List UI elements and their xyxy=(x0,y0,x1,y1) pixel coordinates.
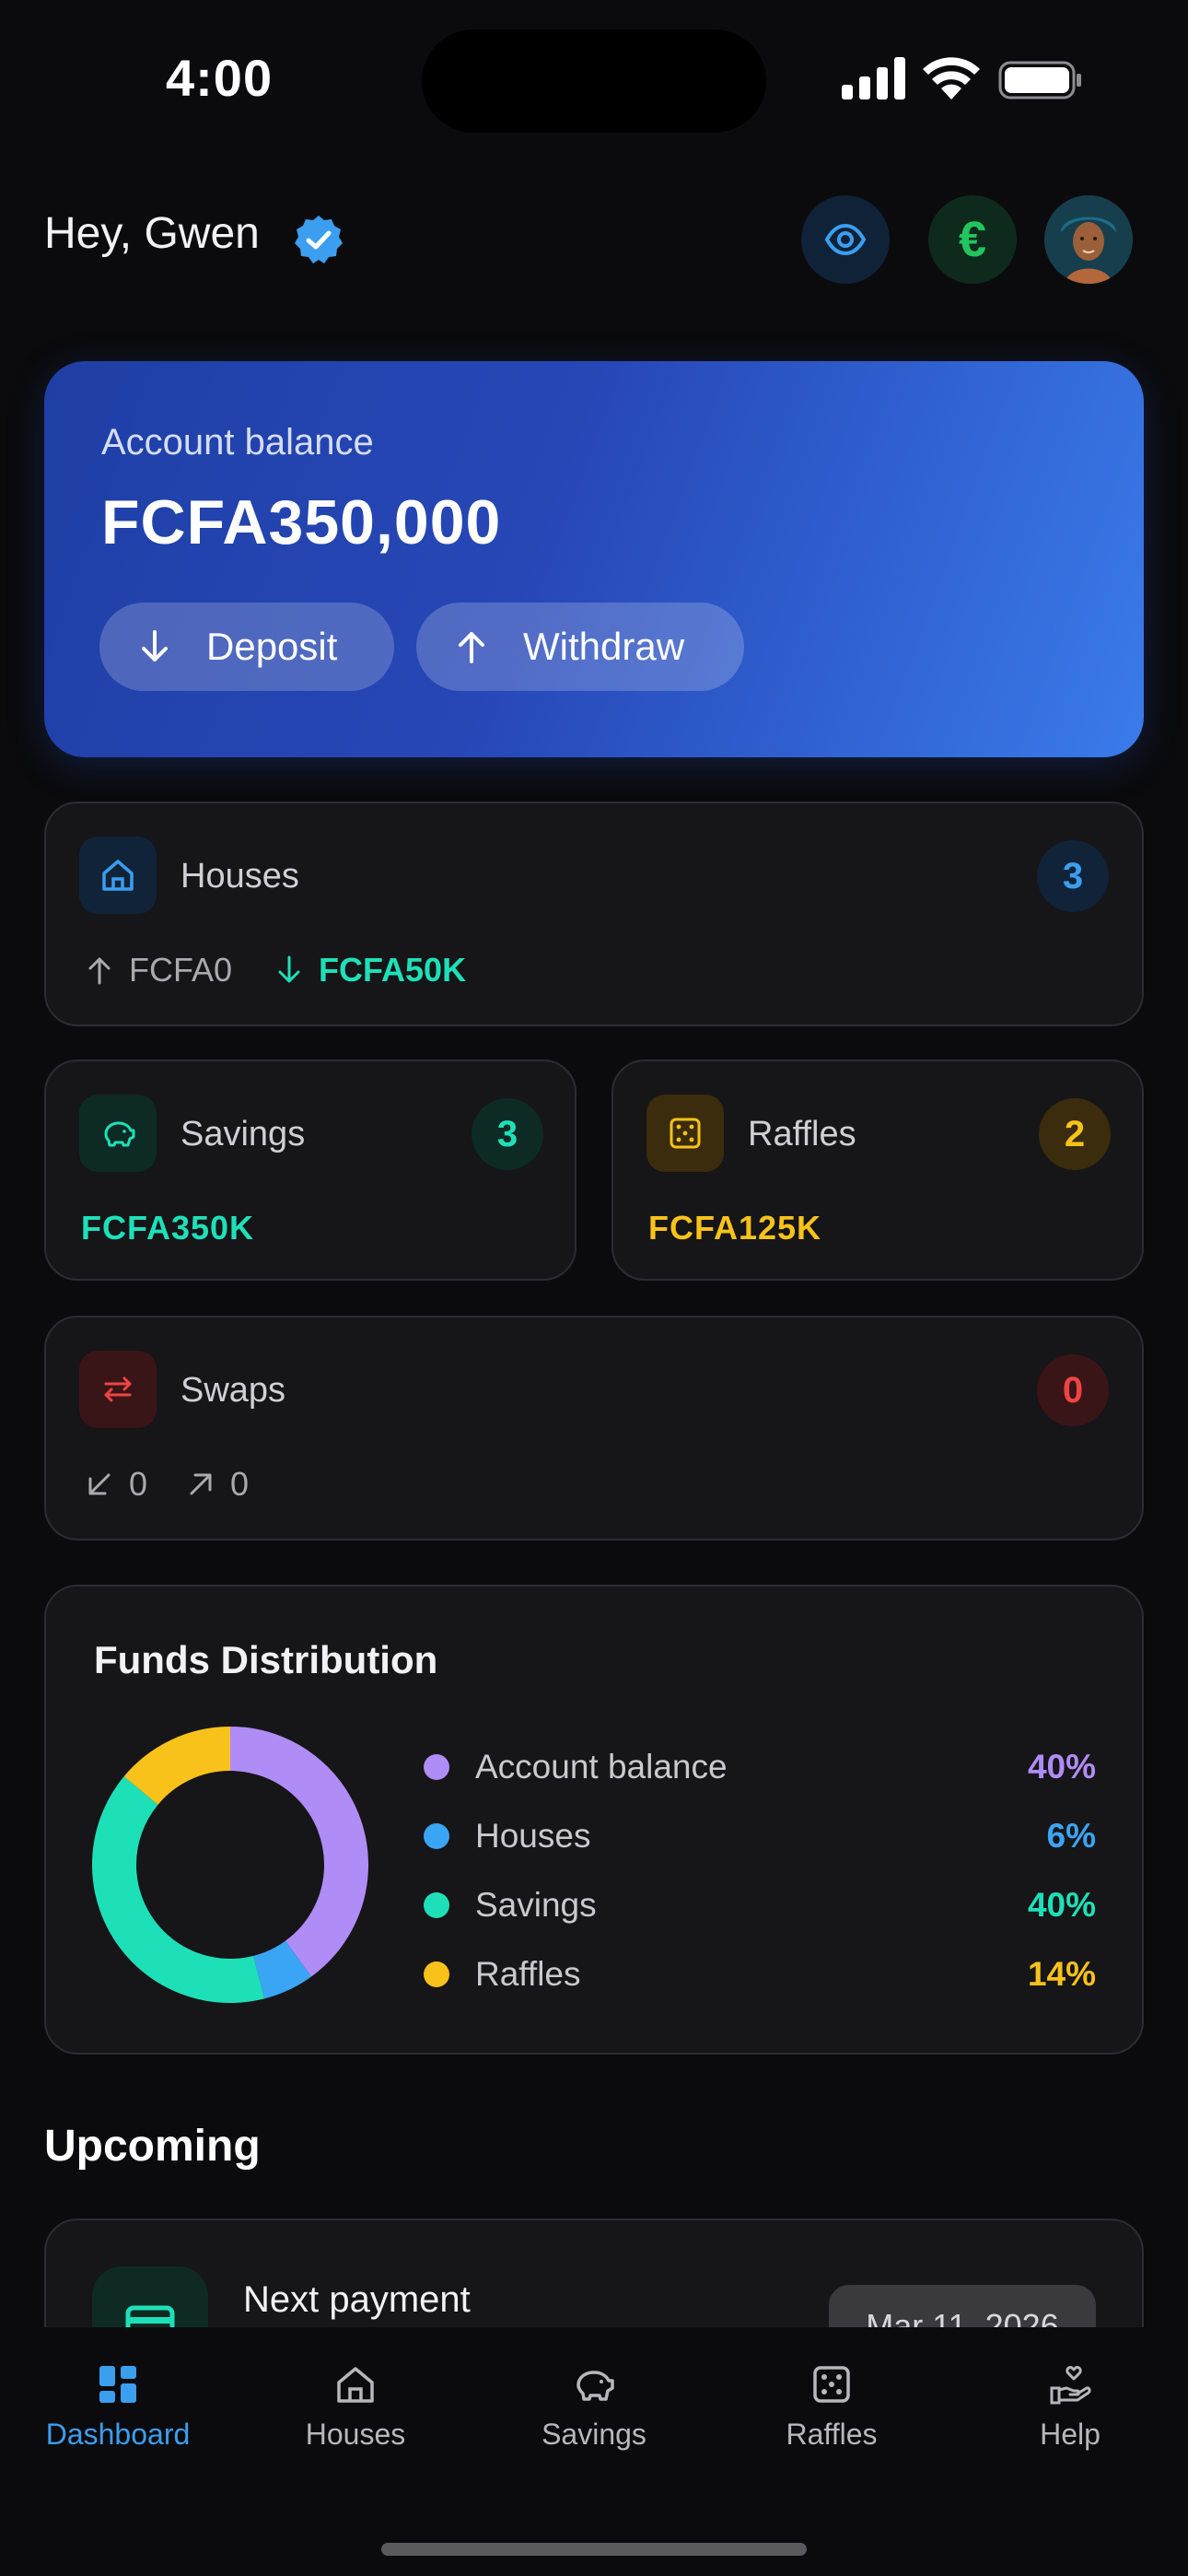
tab-label: Dashboard xyxy=(45,2418,191,2451)
legend-row-savings: Savings 40% xyxy=(424,1878,1096,1933)
savings-amount: FCFA350K xyxy=(81,1209,255,1247)
legend-row-houses: Houses 6% xyxy=(424,1809,1096,1864)
legend-percent: 6% xyxy=(1046,1817,1096,1855)
houses-icon-box xyxy=(79,837,157,914)
savings-card[interactable]: Savings 3 FCFA350K xyxy=(44,1060,577,1281)
raffles-title: Raffles xyxy=(748,1115,856,1153)
arrow-up-icon xyxy=(88,957,111,985)
raffles-count-badge: 2 xyxy=(1039,1098,1111,1170)
dice-icon xyxy=(813,2366,850,2403)
arrow-down-icon xyxy=(278,955,300,983)
legend-percent: 14% xyxy=(1027,1955,1096,1993)
currency-button[interactable]: € xyxy=(928,195,1017,284)
swaps-icon-box xyxy=(79,1351,157,1428)
dice-icon xyxy=(670,1118,701,1149)
home-icon xyxy=(337,2367,374,2403)
dynamic-island xyxy=(422,29,766,133)
houses-out-amount: FCFA0 xyxy=(129,951,233,989)
raffles-card[interactable]: Raffles 2 FCFA125K xyxy=(611,1060,1144,1281)
swap-arrows-icon xyxy=(104,1376,132,1402)
tab-bar: Dashboard Houses Savings Raffles Help xyxy=(0,2327,1188,2576)
houses-flows: FCFA0 FCFA50K xyxy=(83,951,507,989)
tab-label: Help xyxy=(1040,2418,1101,2451)
tab-houses[interactable]: Houses xyxy=(263,2360,448,2452)
tab-raffles[interactable]: Raffles xyxy=(740,2360,924,2452)
legend-label: Houses xyxy=(475,1817,591,1855)
battery-icon xyxy=(998,61,1081,100)
legend-percent: 40% xyxy=(1027,1748,1096,1786)
legend-percent: 40% xyxy=(1027,1886,1096,1924)
legend-row-account-balance: Account balance 40% xyxy=(424,1739,1096,1795)
legend-dot xyxy=(424,1961,449,1987)
toggle-visibility-button[interactable] xyxy=(801,195,890,284)
swaps-outgoing: 0 xyxy=(230,1465,250,1503)
deposit-button[interactable]: Deposit xyxy=(99,603,394,691)
greeting: Hey, Gwen xyxy=(44,209,260,258)
funds-donut-chart xyxy=(92,1727,368,2003)
houses-count-badge: 3 xyxy=(1037,840,1109,912)
dashboard-icon xyxy=(99,2366,136,2403)
arrow-down-icon xyxy=(142,630,168,662)
deposit-label: Deposit xyxy=(206,625,338,668)
withdraw-label: Withdraw xyxy=(523,625,685,668)
balance-card: Account balance FCFA350,000 Deposit With… xyxy=(44,361,1144,757)
houses-title: Houses xyxy=(181,857,299,896)
funds-distribution-card: Funds Distribution Account balance 40% H… xyxy=(44,1585,1144,2055)
home-icon xyxy=(102,860,134,891)
verified-badge-icon xyxy=(295,216,343,263)
tab-dashboard[interactable]: Dashboard xyxy=(26,2360,210,2452)
raffles-amount: FCFA125K xyxy=(648,1209,822,1247)
legend-row-raffles: Raffles 14% xyxy=(424,1947,1096,2002)
wifi-icon xyxy=(923,57,980,100)
legend-label: Account balance xyxy=(475,1748,728,1786)
savings-count-badge: 3 xyxy=(472,1098,543,1170)
piggy-bank-icon xyxy=(577,2371,614,2401)
home-indicator xyxy=(381,2543,807,2556)
savings-title: Savings xyxy=(181,1115,306,1153)
tab-label: Houses xyxy=(305,2418,406,2451)
tab-help[interactable]: Help xyxy=(978,2360,1162,2452)
houses-in-amount: FCFA50K xyxy=(319,951,467,989)
legend-dot xyxy=(424,1754,449,1780)
raffles-icon-box xyxy=(646,1095,724,1172)
upcoming-heading: Upcoming xyxy=(44,2122,261,2171)
tab-savings[interactable]: Savings xyxy=(502,2360,686,2452)
legend-dot xyxy=(424,1823,449,1849)
status-time: 4:00 xyxy=(166,49,274,107)
eye-icon xyxy=(824,223,867,256)
next-payment-label: Next payment xyxy=(243,2279,471,2320)
status-bar: 4:00 xyxy=(0,0,1188,147)
user-photo xyxy=(1044,195,1133,284)
tab-label: Savings xyxy=(542,2418,646,2451)
swaps-incoming: 0 xyxy=(129,1465,148,1503)
piggy-bank-icon xyxy=(104,1121,135,1147)
arrow-up-right-icon xyxy=(190,1473,212,1495)
tab-label: Raffles xyxy=(786,2418,878,2451)
houses-card[interactable]: Houses 3 FCFA0 FCFA50K xyxy=(44,802,1144,1026)
legend-label: Savings xyxy=(475,1886,597,1924)
legend-label: Raffles xyxy=(475,1955,581,1993)
savings-icon-box xyxy=(79,1095,157,1172)
euro-icon: € xyxy=(958,212,987,267)
hand-heart-icon xyxy=(1050,2366,1091,2405)
withdraw-button[interactable]: Withdraw xyxy=(416,603,744,691)
signal-icon xyxy=(842,57,905,100)
arrow-up-icon xyxy=(459,632,484,663)
avatar[interactable] xyxy=(1044,195,1133,284)
swaps-title: Swaps xyxy=(181,1371,286,1410)
funds-distribution-title: Funds Distribution xyxy=(94,1638,438,1681)
arrow-down-left-icon xyxy=(88,1473,111,1495)
legend-dot xyxy=(424,1892,449,1918)
swaps-count-badge: 0 xyxy=(1037,1354,1109,1426)
swaps-card[interactable]: Swaps 0 0 0 xyxy=(44,1316,1144,1540)
swaps-flows: 0 0 xyxy=(83,1465,289,1504)
balance-amount: FCFA350,000 xyxy=(101,487,502,557)
balance-label: Account balance xyxy=(101,422,374,463)
